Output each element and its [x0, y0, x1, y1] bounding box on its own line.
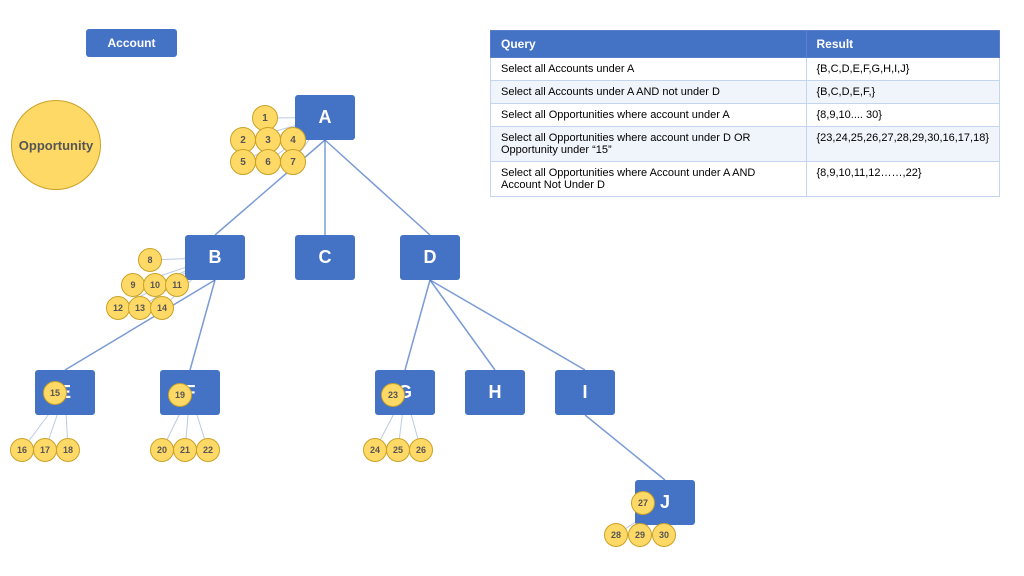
account-node-B: B — [185, 235, 245, 280]
opportunity-node-22: 22 — [196, 438, 220, 462]
table-cell: {8,9,10.... 30} — [806, 104, 1000, 127]
account-node-D: D — [400, 235, 460, 280]
opportunity-node-12: 12 — [106, 296, 130, 320]
opportunity-node-17: 17 — [33, 438, 57, 462]
account-node-I: I — [555, 370, 615, 415]
legend-account: Account — [86, 29, 177, 57]
opportunity-node-14: 14 — [150, 296, 174, 320]
opportunity-node-30: 30 — [652, 523, 676, 547]
table-cell: {B,C,D,E,F,G,H,I,J} — [806, 58, 1000, 81]
table-header-result: Result — [806, 31, 1000, 58]
opportunity-node-16: 16 — [10, 438, 34, 462]
opportunity-node-8: 8 — [138, 248, 162, 272]
opportunity-node-18: 18 — [56, 438, 80, 462]
opportunity-node-15: 15 — [43, 381, 67, 405]
table-cell: Select all Accounts under A AND not unde… — [491, 81, 807, 104]
legend-account-label: Account — [108, 36, 156, 50]
opportunity-node-25: 25 — [386, 438, 410, 462]
table-cell: {B,C,D,E,F,} — [806, 81, 1000, 104]
opportunity-node-13: 13 — [128, 296, 152, 320]
account-node-H: H — [465, 370, 525, 415]
table-cell: Select all Opportunities where Account u… — [491, 162, 807, 197]
query-table: Query Result Select all Accounts under A… — [490, 30, 1000, 197]
table-cell: {23,24,25,26,27,28,29,30,16,17,18} — [806, 127, 1000, 162]
opportunity-node-5: 5 — [230, 149, 256, 175]
opportunity-node-10: 10 — [143, 273, 167, 297]
opportunity-node-7: 7 — [280, 149, 306, 175]
opportunity-node-23: 23 — [381, 383, 405, 407]
opportunity-node-21: 21 — [173, 438, 197, 462]
table-cell: Select all Accounts under A — [491, 58, 807, 81]
table-header-query: Query — [491, 31, 807, 58]
diagram: Account Opportunity Query Result Select … — [0, 0, 1024, 576]
opportunity-node-6: 6 — [255, 149, 281, 175]
table-cell: Select all Opportunities where account u… — [491, 104, 807, 127]
opportunity-node-27: 27 — [631, 491, 655, 515]
opportunity-node-9: 9 — [121, 273, 145, 297]
opportunity-node-19: 19 — [168, 383, 192, 407]
opportunity-node-28: 28 — [604, 523, 628, 547]
account-node-C: C — [295, 235, 355, 280]
opportunity-node-26: 26 — [409, 438, 433, 462]
legend-opportunity: Opportunity — [11, 100, 101, 190]
legend-opportunity-label: Opportunity — [19, 138, 93, 153]
opportunity-node-20: 20 — [150, 438, 174, 462]
opportunity-node-29: 29 — [628, 523, 652, 547]
table-cell: {8,9,10,11,12……,22} — [806, 162, 1000, 197]
opportunity-node-24: 24 — [363, 438, 387, 462]
table-cell: Select all Opportunities where account u… — [491, 127, 807, 162]
opportunity-node-11: 11 — [165, 273, 189, 297]
